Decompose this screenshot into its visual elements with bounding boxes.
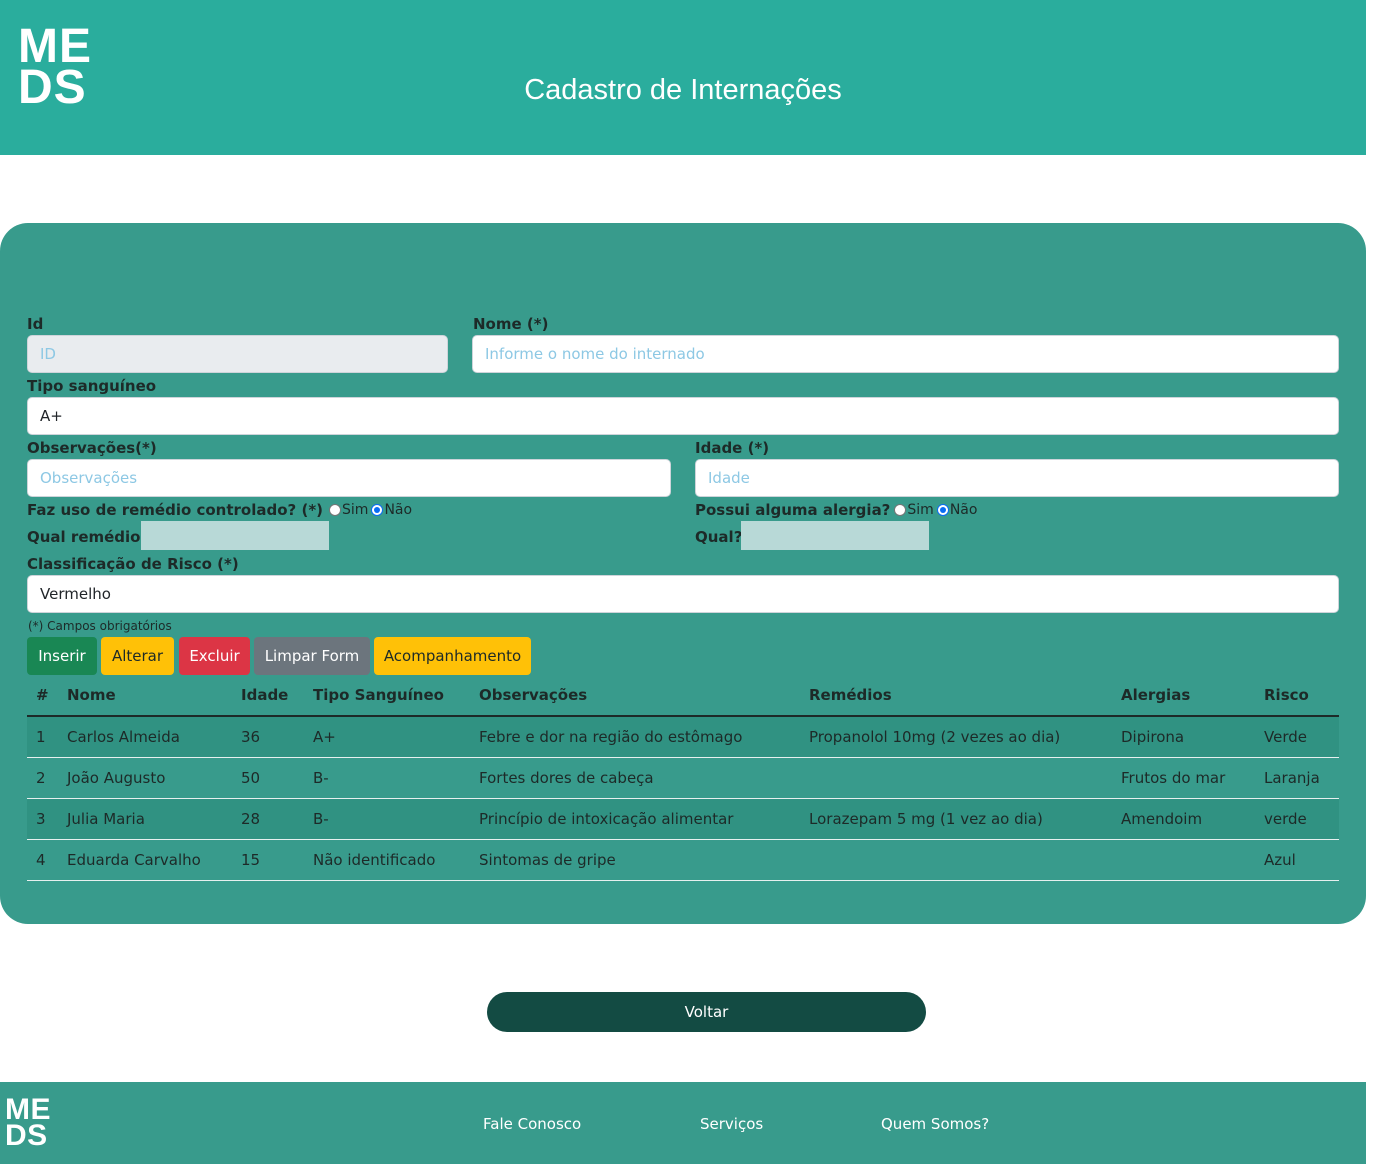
qual-remedio-label: Qual remédio? bbox=[27, 528, 150, 546]
footer-logo-line-2: DS bbox=[5, 1119, 48, 1152]
cell-idade: 50 bbox=[241, 769, 261, 787]
cell-index: 2 bbox=[36, 769, 46, 787]
alergia-radio-group: Possui alguma alergia? Sim Não bbox=[695, 501, 977, 519]
footer-link-fale-conosco[interactable]: Fale Conosco bbox=[483, 1115, 581, 1133]
page-footer: ME DS Fale Conosco Serviços Quem Somos? bbox=[0, 1082, 1366, 1164]
table-row[interactable]: 1 Carlos Almeida 36 A+ Febre e dor na re… bbox=[27, 717, 1339, 758]
footer-logo[interactable]: ME DS bbox=[5, 1095, 51, 1152]
alergia-sim-label: Sim bbox=[907, 502, 934, 518]
tipo-sanguineo-label: Tipo sanguíneo bbox=[27, 377, 157, 395]
cell-risco: Laranja bbox=[1264, 769, 1320, 787]
cell-idade: 36 bbox=[241, 728, 261, 746]
cell-alergias: Dipirona bbox=[1121, 728, 1185, 746]
remedio-radio-group: Faz uso de remédio controlado? (*) Sim N… bbox=[27, 501, 412, 519]
cell-tipo: B- bbox=[313, 810, 329, 828]
col-header-alergias: Alergias bbox=[1121, 686, 1191, 704]
cell-risco: Azul bbox=[1264, 851, 1296, 869]
cell-index: 3 bbox=[36, 810, 46, 828]
idade-label: Idade (*) bbox=[695, 439, 770, 457]
cell-tipo: A+ bbox=[313, 728, 336, 746]
cell-nome: Carlos Almeida bbox=[67, 728, 180, 746]
table-row[interactable]: 3 Julia Maria 28 B- Princípio de intoxic… bbox=[27, 799, 1339, 840]
excluir-button[interactable]: Excluir bbox=[179, 637, 250, 675]
remedio-nao-label: Não bbox=[384, 502, 413, 518]
cell-tipo: Não identificado bbox=[313, 851, 436, 869]
cell-alergias: Amendoim bbox=[1121, 810, 1203, 828]
cell-observacoes: Sintomas de gripe bbox=[479, 851, 616, 869]
qual-alergia-field bbox=[741, 521, 929, 550]
qual-remedio-field bbox=[141, 521, 329, 550]
col-header-risco: Risco bbox=[1264, 686, 1309, 704]
id-label: Id bbox=[27, 315, 44, 333]
remedio-sim-label: Sim bbox=[342, 502, 369, 518]
nome-field[interactable]: Informe o nome do internado bbox=[472, 335, 1339, 373]
col-header-observacoes: Observações bbox=[479, 686, 588, 704]
remedio-nao-radio[interactable] bbox=[371, 504, 384, 516]
cell-tipo: B- bbox=[313, 769, 329, 787]
risco-label: Classificação de Risco (*) bbox=[27, 555, 239, 573]
col-header-remedios: Remédios bbox=[809, 686, 892, 704]
col-header-idade: Idade bbox=[241, 686, 289, 704]
cell-alergias: Frutos do mar bbox=[1121, 769, 1226, 787]
inserir-button[interactable]: Inserir bbox=[27, 637, 97, 675]
table-row[interactable]: 4 Eduarda Carvalho 15 Não identificado S… bbox=[27, 840, 1339, 881]
footer-link-quem-somos[interactable]: Quem Somos? bbox=[881, 1115, 989, 1133]
alergia-sim-radio[interactable] bbox=[894, 504, 907, 516]
page-title: Cadastro de Internações bbox=[524, 74, 842, 106]
cell-remedios: Lorazepam 5 mg (1 vez ao dia) bbox=[809, 810, 1043, 828]
internacoes-table: # Nome Idade Tipo Sanguíneo Observações … bbox=[27, 676, 1339, 881]
col-header-nome: Nome bbox=[67, 686, 116, 704]
idade-field[interactable]: Idade bbox=[695, 459, 1339, 497]
col-header-tipo: Tipo Sanguíneo bbox=[313, 686, 444, 704]
cell-remedios: Propanolol 10mg (2 vezes ao dia) bbox=[809, 728, 1061, 746]
required-fields-note: (*) Campos obrigatórios bbox=[28, 619, 172, 633]
alergia-nao-radio[interactable] bbox=[936, 504, 949, 516]
cell-idade: 15 bbox=[241, 851, 261, 869]
table-row[interactable]: 2 João Augusto 50 B- Fortes dores de cab… bbox=[27, 758, 1339, 799]
cell-observacoes: Fortes dores de cabeça bbox=[479, 769, 654, 787]
observacoes-label: Observações(*) bbox=[27, 439, 157, 457]
cell-nome: João Augusto bbox=[67, 769, 166, 787]
nome-label: Nome (*) bbox=[473, 315, 549, 333]
alergia-nao-label: Não bbox=[949, 502, 978, 518]
col-header-index: # bbox=[36, 686, 49, 704]
cell-risco: Verde bbox=[1264, 728, 1307, 746]
qual-alergia-label: Qual? bbox=[695, 528, 743, 546]
footer-link-servicos[interactable]: Serviços bbox=[700, 1115, 763, 1133]
cell-index: 4 bbox=[36, 851, 46, 869]
page-header: ME DS Cadastro de Internações bbox=[0, 0, 1366, 155]
acompanhamento-button[interactable]: Acompanhamento bbox=[374, 637, 531, 675]
remedio-sim-radio[interactable] bbox=[329, 504, 342, 516]
limpar-form-button[interactable]: Limpar Form bbox=[254, 637, 370, 675]
voltar-button[interactable]: Voltar bbox=[487, 992, 926, 1032]
id-field: ID bbox=[27, 335, 448, 373]
tipo-sanguineo-select[interactable]: A+ bbox=[27, 397, 1339, 435]
cell-nome: Julia Maria bbox=[67, 810, 145, 828]
alterar-button[interactable]: Alterar bbox=[101, 637, 174, 675]
observacoes-field[interactable]: Observações bbox=[27, 459, 671, 497]
remedio-question: Faz uso de remédio controlado? (*) bbox=[27, 501, 324, 519]
risco-select[interactable]: Vermelho bbox=[27, 575, 1339, 613]
alergia-question: Possui alguma alergia? bbox=[695, 501, 891, 519]
cell-idade: 28 bbox=[241, 810, 261, 828]
table-header: # Nome Idade Tipo Sanguíneo Observações … bbox=[27, 676, 1339, 717]
cell-nome: Eduarda Carvalho bbox=[67, 851, 201, 869]
cell-observacoes: Princípio de intoxicação alimentar bbox=[479, 810, 734, 828]
cell-observacoes: Febre e dor na região do estômago bbox=[479, 728, 743, 746]
cell-index: 1 bbox=[36, 728, 46, 746]
cell-risco: verde bbox=[1264, 810, 1307, 828]
